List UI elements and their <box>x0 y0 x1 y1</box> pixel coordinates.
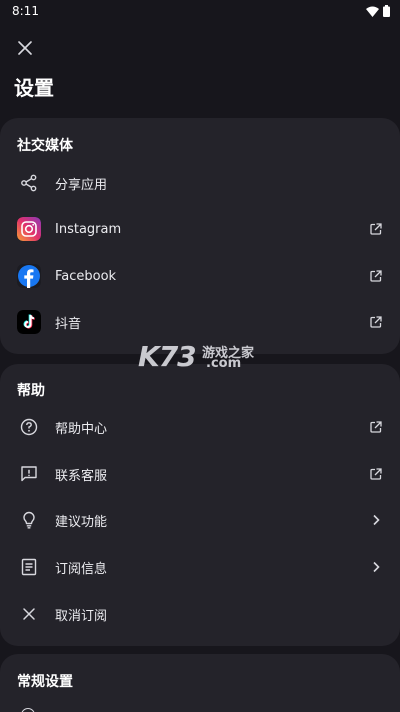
suggest-feature-row[interactable]: 建议功能 <box>0 497 400 543</box>
general-settings-title: 常规设置 <box>17 674 73 690</box>
share-icon <box>17 171 41 195</box>
subscription-info-label: 订阅信息 <box>55 561 108 577</box>
status-bar: 8:11 <box>0 0 400 22</box>
external-link-icon <box>369 222 383 236</box>
chevron-right-icon <box>369 513 383 527</box>
facebook-label: Facebook <box>55 268 117 284</box>
help-center-row[interactable]: 帮助中心 <box>0 404 400 450</box>
help-center-label: 帮助中心 <box>55 421 108 437</box>
social-media-title: 社交媒体 <box>17 138 73 154</box>
page-title: 设置 <box>14 76 54 100</box>
external-link-icon <box>369 467 383 481</box>
status-icons <box>366 5 390 17</box>
instagram-icon <box>17 217 41 241</box>
facebook-row[interactable]: Facebook <box>0 253 400 299</box>
share-app-label: 分享应用 <box>55 177 108 193</box>
facebook-icon <box>17 264 41 288</box>
general-settings-card: 常规设置 <box>0 654 400 712</box>
wifi-icon <box>366 6 379 17</box>
instagram-label: Instagram <box>55 221 122 237</box>
chevron-right-icon <box>369 560 383 574</box>
document-icon <box>17 555 41 579</box>
tiktok-row[interactable]: 抖音 <box>0 299 400 345</box>
external-link-icon <box>369 315 383 329</box>
close-icon <box>17 602 41 626</box>
lightbulb-icon <box>17 508 41 532</box>
feedback-icon <box>17 462 41 486</box>
tiktok-label: 抖音 <box>55 316 82 332</box>
cancel-subscription-label: 取消订阅 <box>55 608 108 624</box>
status-time: 8:11 <box>12 4 39 18</box>
help-circle-icon <box>17 415 41 439</box>
help-card: 帮助 帮助中心 联系客服 建议功能 订阅信息 取消订阅 <box>0 364 400 646</box>
suggest-feature-label: 建议功能 <box>55 514 108 530</box>
social-media-card: 社交媒体 分享应用 Instagram Facebook 抖音 <box>0 118 400 354</box>
contact-support-row[interactable]: 联系客服 <box>0 451 400 497</box>
subscription-info-row[interactable]: 订阅信息 <box>0 544 400 590</box>
close-button[interactable] <box>13 36 37 60</box>
instagram-row[interactable]: Instagram <box>0 206 400 252</box>
external-link-icon <box>369 420 383 434</box>
close-icon <box>18 41 32 55</box>
cancel-subscription-row[interactable]: 取消订阅 <box>0 591 400 637</box>
help-title: 帮助 <box>17 383 45 399</box>
tiktok-icon <box>17 310 41 334</box>
contact-support-label: 联系客服 <box>55 468 108 484</box>
share-app-row[interactable]: 分享应用 <box>0 160 400 206</box>
external-link-icon <box>369 269 383 283</box>
battery-icon <box>383 5 390 17</box>
partial-icon <box>21 708 35 712</box>
